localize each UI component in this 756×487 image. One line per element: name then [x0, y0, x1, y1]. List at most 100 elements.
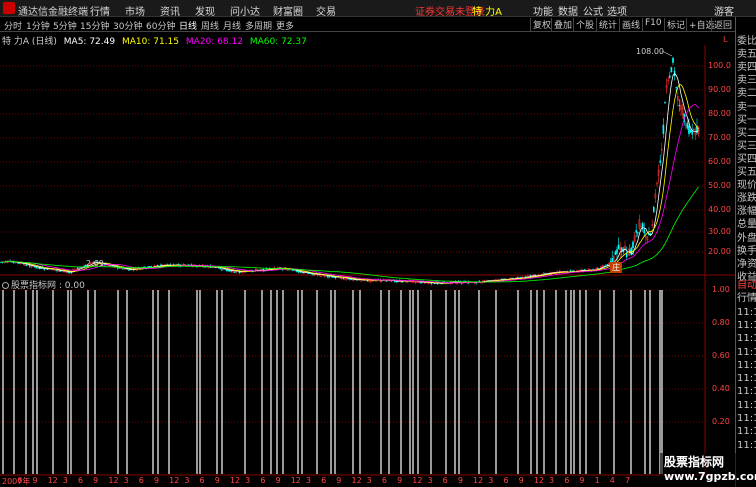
- candle-body: [637, 232, 639, 234]
- candle-body: [156, 264, 159, 267]
- corner-badge: L: [723, 35, 728, 44]
- price-tick: 60.00: [708, 157, 731, 166]
- candle-body: [385, 280, 388, 282]
- date-tick: 12: [47, 476, 58, 485]
- price-tick: 40.00: [708, 205, 731, 214]
- tick-time: 11:1: [737, 306, 756, 318]
- tick-time: 11:1: [737, 373, 756, 385]
- kline-chart[interactable]: [0, 0, 735, 487]
- date-tick: 6: [321, 476, 327, 485]
- tick-time: 11:1: [737, 346, 756, 358]
- side-panel-item: 买三: [737, 140, 756, 152]
- candle-body: [595, 268, 597, 270]
- date-tick: 6: [77, 476, 84, 485]
- candle-body: [328, 276, 330, 278]
- tick-time: 11:1: [737, 413, 756, 424]
- candle-body: [148, 266, 151, 268]
- date-tick: 4: [609, 476, 615, 485]
- candle-body: [621, 247, 623, 251]
- side-panel-item: 卖四: [737, 62, 756, 74]
- date-tick: 12: [229, 476, 241, 485]
- side-panel-item: 买二: [737, 127, 756, 139]
- candle-body: [664, 102, 666, 104]
- candle-body: [659, 160, 661, 163]
- side-panel-item: 卖三: [737, 75, 756, 87]
- date-tick: 6: [260, 476, 266, 485]
- ma5-label: MA5: 72.49: [63, 37, 116, 47]
- ma20-label: MA20: 68.12: [185, 37, 243, 47]
- ma60-line: [1, 186, 699, 283]
- price-tick: 30.00: [708, 227, 731, 236]
- indicator-tick: 0.40: [712, 384, 730, 393]
- date-tick: 12: [290, 476, 301, 485]
- date-tick: 3: [305, 476, 311, 485]
- candle-body: [689, 129, 692, 133]
- date-tick: 9: [457, 476, 463, 485]
- marker-badge[interactable]: 庄: [610, 262, 622, 273]
- price-tick: 70.00: [708, 133, 731, 142]
- indicator-bars: [2, 290, 663, 474]
- candle-body: [227, 270, 230, 272]
- date-tick: 12: [533, 476, 545, 485]
- candle-body: [478, 280, 481, 282]
- candle-body: [147, 266, 150, 268]
- tick-time: 11:1: [737, 439, 756, 451]
- indicator-tick: 1.00: [712, 285, 730, 294]
- date-tick: 9: [275, 476, 281, 485]
- date-tick: 3: [427, 476, 433, 485]
- side-panel-item: 买一: [737, 114, 756, 126]
- date-tick: 3: [245, 476, 251, 485]
- candle-body: [670, 67, 673, 73]
- side-panel-item: 净资: [737, 258, 756, 270]
- tick-time: 11:1: [737, 426, 756, 438]
- candle-body: [38, 267, 41, 269]
- candle-body: [675, 87, 677, 89]
- candle-body: [669, 75, 671, 78]
- candle-body: [76, 267, 79, 269]
- indicator-tick: 0.80: [712, 318, 730, 327]
- candle-body: [220, 269, 223, 271]
- side-panel-item: 卖五: [737, 49, 756, 61]
- indicator-title[interactable]: 股票指标网 : 0.00: [2, 278, 85, 291]
- candle-body: [614, 251, 617, 255]
- ma20-line: [1, 104, 699, 284]
- indicator-settings-icon[interactable]: [2, 282, 9, 289]
- candle-body: [46, 268, 49, 270]
- candle-body: [691, 131, 693, 135]
- candle-body: [56, 269, 58, 271]
- date-tick: 9: [518, 476, 524, 485]
- date-tick: 12: [108, 476, 119, 485]
- tick-time: 11:1: [737, 399, 756, 411]
- side-panel-item: 涨跌: [737, 193, 756, 205]
- candle-body: [25, 264, 28, 266]
- candle-body: [312, 273, 314, 275]
- side-panel-toggle[interactable]: 行情: [737, 292, 756, 305]
- tick-time: 11:1: [737, 386, 756, 398]
- candle-body: [228, 270, 231, 272]
- side-panel-item: 涨幅: [737, 206, 756, 218]
- candle-body: [128, 269, 130, 271]
- tick-time: 11:1: [737, 319, 756, 331]
- date-tick: 12: [473, 476, 484, 485]
- date-tick: 6: [381, 476, 387, 485]
- candle-body: [678, 105, 681, 107]
- date-tick: 3: [549, 476, 555, 485]
- candle-body: [160, 264, 162, 266]
- date-tick: 3: [488, 476, 494, 485]
- candle-body: [225, 269, 228, 271]
- ma10-label: MA10: 71.15: [121, 37, 180, 47]
- candle-body: [480, 282, 482, 284]
- side-panel-item: 现价: [737, 180, 756, 192]
- candle-body: [219, 268, 222, 270]
- indicator-tick: 0.20: [712, 417, 730, 426]
- ma60-label: MA60: 72.37: [249, 37, 307, 47]
- indicator-tick: 0.60: [712, 351, 730, 360]
- date-tick: 6: [442, 476, 448, 485]
- candle-body: [635, 230, 637, 233]
- candle-body: [686, 122, 689, 129]
- side-panel-toggle[interactable]: 自动: [737, 279, 756, 292]
- side-panel-item: 换手: [737, 245, 756, 257]
- date-tick: 6: [503, 476, 509, 485]
- candle-body: [672, 57, 674, 63]
- candle-body: [297, 271, 300, 273]
